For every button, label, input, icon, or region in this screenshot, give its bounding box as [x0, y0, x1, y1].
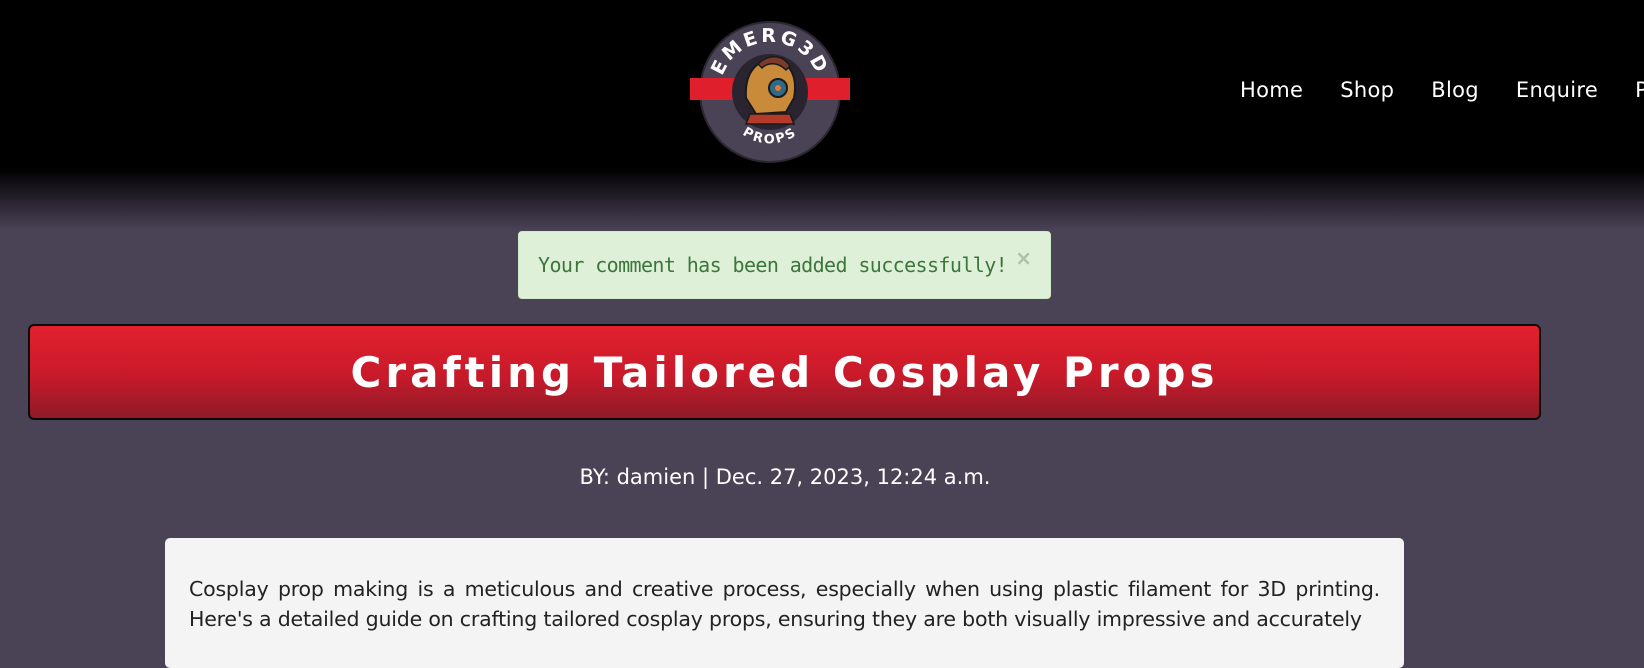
- nav-link-home[interactable]: Home: [1240, 78, 1303, 108]
- success-alert: Your comment has been added successfully…: [518, 231, 1051, 299]
- alert-message: Your comment has been added successfully…: [538, 253, 1008, 277]
- close-icon[interactable]: ×: [1015, 246, 1032, 270]
- main-nav: Home Shop Blog Enquire Pro: [1240, 78, 1644, 108]
- nav-link-blog[interactable]: Blog: [1431, 78, 1479, 108]
- nav-link-shop[interactable]: Shop: [1340, 78, 1394, 108]
- site-header: EMERG3D PROPS Home Shop Blog Enquire Pro: [0, 0, 1644, 170]
- post-content: Cosplay prop making is a meticulous and …: [165, 538, 1404, 668]
- nav-link-enquire[interactable]: Enquire: [1516, 78, 1598, 108]
- post-body-text: Cosplay prop making is a meticulous and …: [189, 577, 1380, 631]
- header-fade: [0, 170, 1644, 230]
- nav-link-pro[interactable]: Pro: [1635, 78, 1644, 108]
- post-title: Crafting Tailored Cosplay Props: [350, 347, 1219, 397]
- post-title-banner: Crafting Tailored Cosplay Props: [28, 324, 1541, 420]
- post-byline: BY: damien | Dec. 27, 2023, 12:24 a.m.: [579, 465, 991, 489]
- site-logo[interactable]: EMERG3D PROPS: [690, 20, 850, 164]
